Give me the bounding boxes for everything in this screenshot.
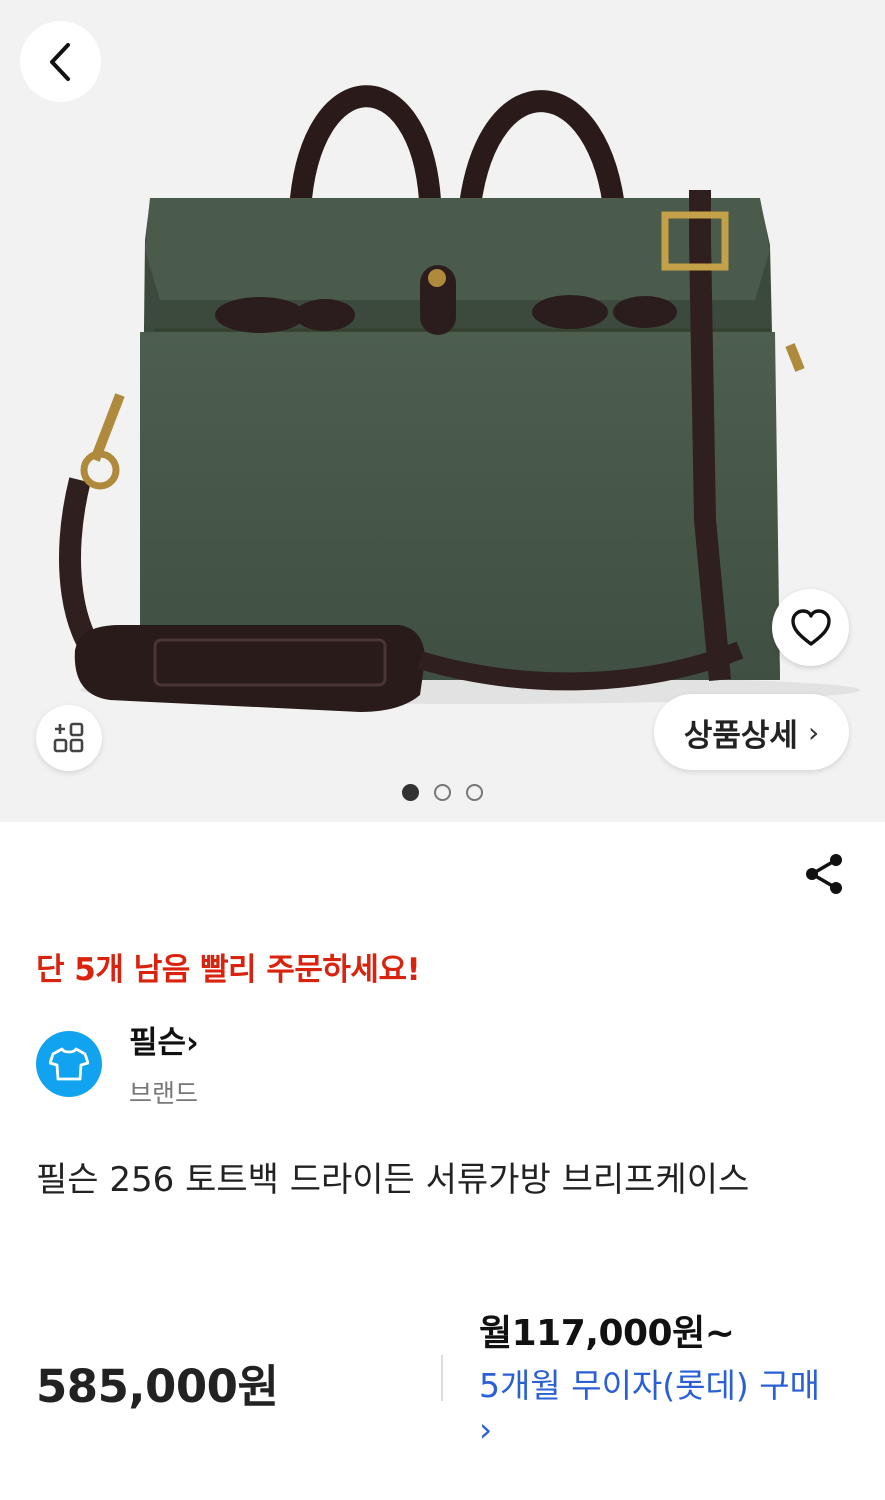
carousel-dot[interactable] [434,784,451,801]
chevron-right-icon: › [186,1025,199,1061]
brand-label: 브랜드 [129,1079,199,1108]
chevron-right-icon: › [807,715,820,749]
carousel-indicator [0,784,885,801]
product-image-carousel[interactable]: 상품상세 › [0,0,885,822]
back-button[interactable] [20,21,101,102]
tshirt-icon [49,1047,89,1081]
installment-info: 5개월 무이자(롯데) 구매 [479,1366,820,1405]
divider [441,1355,443,1401]
brand-link[interactable]: 필슨› [129,1017,199,1062]
monthly-price: 월117,000원~ [479,1313,735,1354]
wishlist-button[interactable] [772,589,849,666]
brand-logo[interactable] [36,1031,102,1097]
brand-name: 필슨 [129,1025,187,1061]
chevron-right-icon: › [479,1410,493,1449]
installment-link[interactable]: 5개월 무이자(롯데) 구매 › [479,1364,839,1452]
grid-plus-icon [53,722,84,753]
share-icon[interactable] [803,852,847,896]
grid-view-button[interactable] [36,705,102,771]
chevron-left-icon [49,42,70,81]
carousel-dot[interactable] [466,784,483,801]
product-detail-label: 상품상세 [683,717,798,754]
stock-notice: 단 5개 남음 빨리 주문하세요! [36,952,421,988]
product-title: 필슨 256 토트백 드라이든 서류가방 브리프케이스 [36,1160,750,1200]
carousel-dot[interactable] [402,784,419,801]
product-price: 585,000원 [36,1360,279,1413]
heart-outline-icon [790,608,831,646]
product-detail-button[interactable]: 상품상세 › [654,694,849,770]
